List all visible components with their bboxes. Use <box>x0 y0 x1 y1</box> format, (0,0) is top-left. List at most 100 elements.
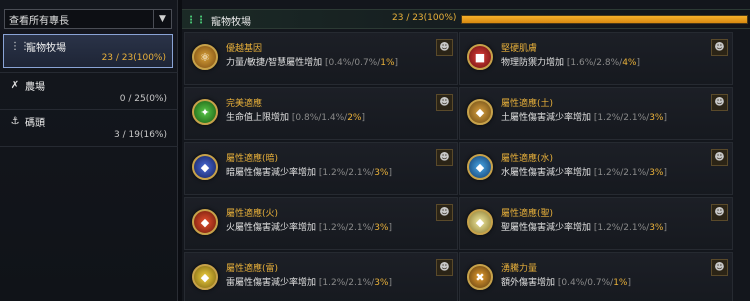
sidebar-item-label: 碼頭 <box>25 118 45 129</box>
ranch-icon: ⋮⋮ <box>10 41 30 52</box>
skill-value-low: [1.2%/2.1%/ <box>593 113 650 123</box>
divider <box>0 146 178 147</box>
farm-tools-icon: ✗ <box>10 80 20 91</box>
skill-value-close: ] <box>388 223 392 233</box>
power-icon: ✖ <box>467 264 493 290</box>
divider <box>0 72 178 73</box>
skill-value-low: [1.2%/2.1%/ <box>593 168 650 178</box>
specialty-sidebar: 查看所有專長 ▼ ⋮⋮ 寵物牧場 23 / 23(100%) ✗ 農場 0 / … <box>0 0 178 301</box>
skill-value-max: 3% <box>649 168 664 178</box>
earth-shield-icon: ◆ <box>467 99 493 125</box>
skill-value-max: 3% <box>374 223 389 233</box>
sidebar-item-label: 寵物牧場 <box>26 43 66 54</box>
skill-desc-text: 土屬性傷害減少率增加 <box>501 113 592 123</box>
skill-description: 額外傷害增加 [0.4%/0.7%/1%] <box>501 275 631 288</box>
skill-desc-text: 物理防禦力增加 <box>501 58 565 68</box>
pet-cat-icon[interactable]: ☻ <box>711 39 728 56</box>
skill-card[interactable]: ◆ 屬性適應(雷) 雷屬性傷害減少率增加 [1.2%/2.1%/3%] ☻ <box>184 252 458 301</box>
skill-value-low: [1.2%/2.1%/ <box>318 168 375 178</box>
specialty-panel: ⋮⋮ 寵物牧場 23 / 23(100%) ⚛ 優越基因 力量/敏捷/智慧屬性增加 … <box>182 0 750 301</box>
pet-fox-icon[interactable]: ☻ <box>436 94 453 111</box>
skill-description: 暗屬性傷害減少率增加 [1.2%/2.1%/3%] <box>226 165 392 178</box>
sidebar-item-dock[interactable]: ⚓ 碼頭 3 / 19(16%) <box>3 110 173 144</box>
sidebar-item-pet-ranch[interactable]: ⋮⋮ 寵物牧場 23 / 23(100%) <box>3 34 173 68</box>
chevron-down-icon[interactable]: ▼ <box>153 10 171 28</box>
skill-value-max: 1% <box>613 278 628 288</box>
ranch-icon: ⋮⋮ <box>186 15 206 26</box>
skill-card[interactable]: ◆ 屬性適應(土) 土屬性傷害減少率增加 [1.2%/2.1%/3%] ☻ <box>459 87 733 140</box>
sidebar-item-count: 0 / 25(0%) <box>119 94 167 104</box>
skill-desc-text: 生命值上限增加 <box>226 113 290 123</box>
skill-value-close: ] <box>663 113 667 123</box>
skill-value-low: [1.6%/2.8%/ <box>566 58 623 68</box>
specialty-filter-dropdown[interactable]: 查看所有專長 ▼ <box>4 9 172 29</box>
progress-fill <box>462 16 747 23</box>
skill-value-low: [0.8%/1.4%/ <box>291 113 348 123</box>
skill-description: 聖屬性傷害減少率增加 [1.2%/2.1%/3%] <box>501 220 667 233</box>
skill-title: 堅硬肌膚 <box>501 44 538 54</box>
skill-description: 雷屬性傷害減少率增加 [1.2%/2.1%/3%] <box>226 275 392 288</box>
fire-shield-icon: ◆ <box>192 209 218 235</box>
skill-description: 物理防禦力增加 [1.6%/2.8%/4%] <box>501 55 640 68</box>
skill-value-low: [1.2%/2.1%/ <box>593 223 650 233</box>
water-shield-icon: ◆ <box>467 154 493 180</box>
skill-value-close: ] <box>361 113 365 123</box>
skill-value-max: 3% <box>374 278 389 288</box>
skill-desc-text: 聖屬性傷害減少率增加 <box>501 223 592 233</box>
category-count: 23 / 23(100%) <box>392 13 457 23</box>
skill-title: 屬性適應(暗) <box>226 154 279 164</box>
pet-panda-icon[interactable]: ☻ <box>436 39 453 56</box>
skill-value-max: 3% <box>374 168 389 178</box>
pet-sprout-icon[interactable]: ☻ <box>711 149 728 166</box>
pet-warrior-icon[interactable]: ☻ <box>711 259 728 276</box>
skill-value-close: ] <box>388 278 392 288</box>
skill-value-close: ] <box>663 168 667 178</box>
skill-value-close: ] <box>627 278 631 288</box>
skill-card[interactable]: ✖ 湧騰力量 額外傷害增加 [0.4%/0.7%/1%] ☻ <box>459 252 733 301</box>
skill-title: 完美適應 <box>226 99 263 109</box>
skill-value-max: 3% <box>649 223 664 233</box>
pet-rabbit-icon[interactable]: ☻ <box>711 94 728 111</box>
category-progress-bar <box>461 15 748 24</box>
skill-card[interactable]: ⚛ 優越基因 力量/敏捷/智慧屬性增加 [0.4%/0.7%/1%] ☻ <box>184 32 458 85</box>
skill-desc-text: 暗屬性傷害減少率增加 <box>226 168 317 178</box>
category-header: ⋮⋮ 寵物牧場 23 / 23(100%) <box>182 9 750 29</box>
sidebar-item-farm[interactable]: ✗ 農場 0 / 25(0%) <box>3 74 173 108</box>
skill-description: 力量/敏捷/智慧屬性增加 [0.4%/0.7%/1%] <box>226 55 398 68</box>
filter-value: 查看所有專長 <box>9 15 69 27</box>
pet-snowman-icon[interactable]: ☻ <box>436 204 453 221</box>
skill-title: 屬性適應(聖) <box>501 209 554 219</box>
adapt-icon: ✦ <box>192 99 218 125</box>
armor-icon: ■ <box>467 44 493 70</box>
skill-value-low: [0.4%/0.7%/ <box>324 58 381 68</box>
skill-description: 水屬性傷害減少率增加 [1.2%/2.1%/3%] <box>501 165 667 178</box>
skill-value-max: 4% <box>622 58 637 68</box>
lightning-shield-icon: ◆ <box>192 264 218 290</box>
pet-dog-icon[interactable]: ☻ <box>711 204 728 221</box>
skill-card[interactable]: ◆ 屬性適應(聖) 聖屬性傷害減少率增加 [1.2%/2.1%/3%] ☻ <box>459 197 733 250</box>
skill-value-max: 3% <box>649 113 664 123</box>
skill-card[interactable]: ◆ 屬性適應(暗) 暗屬性傷害減少率增加 [1.2%/2.1%/3%] ☻ <box>184 142 458 195</box>
skill-value-low: [1.2%/2.1%/ <box>318 223 375 233</box>
skill-card[interactable]: ◆ 屬性適應(水) 水屬性傷害減少率增加 [1.2%/2.1%/3%] ☻ <box>459 142 733 195</box>
skill-value-close: ] <box>388 168 392 178</box>
skill-card[interactable]: ◆ 屬性適應(火) 火屬性傷害減少率增加 [1.2%/2.1%/3%] ☻ <box>184 197 458 250</box>
skill-card[interactable]: ■ 堅硬肌膚 物理防禦力增加 [1.6%/2.8%/4%] ☻ <box>459 32 733 85</box>
skill-desc-text: 額外傷害增加 <box>501 278 556 288</box>
sidebar-item-count: 23 / 23(100%) <box>101 53 166 63</box>
holy-shield-icon: ◆ <box>467 209 493 235</box>
skill-title: 屬性適應(火) <box>226 209 279 219</box>
skill-desc-text: 雷屬性傷害減少率增加 <box>226 278 317 288</box>
pet-ghost-icon[interactable]: ☻ <box>436 259 453 276</box>
gene-icon: ⚛ <box>192 44 218 70</box>
skill-card[interactable]: ✦ 完美適應生命值上限增加 [0.8%/1.4%/2%] ☻ <box>184 87 458 140</box>
skill-title: 屬性適應(水) <box>501 154 554 164</box>
skill-title: 湧騰力量 <box>501 264 538 274</box>
skill-desc-text: 水屬性傷害減少率增加 <box>501 168 592 178</box>
pet-donkey-icon[interactable]: ☻ <box>436 149 453 166</box>
skill-value-max: 1% <box>380 58 395 68</box>
skill-value-low: [0.4%/0.7%/ <box>557 278 614 288</box>
skill-value-max: 2% <box>347 113 362 123</box>
dark-shield-icon: ◆ <box>192 154 218 180</box>
anchor-icon: ⚓ <box>10 116 20 127</box>
